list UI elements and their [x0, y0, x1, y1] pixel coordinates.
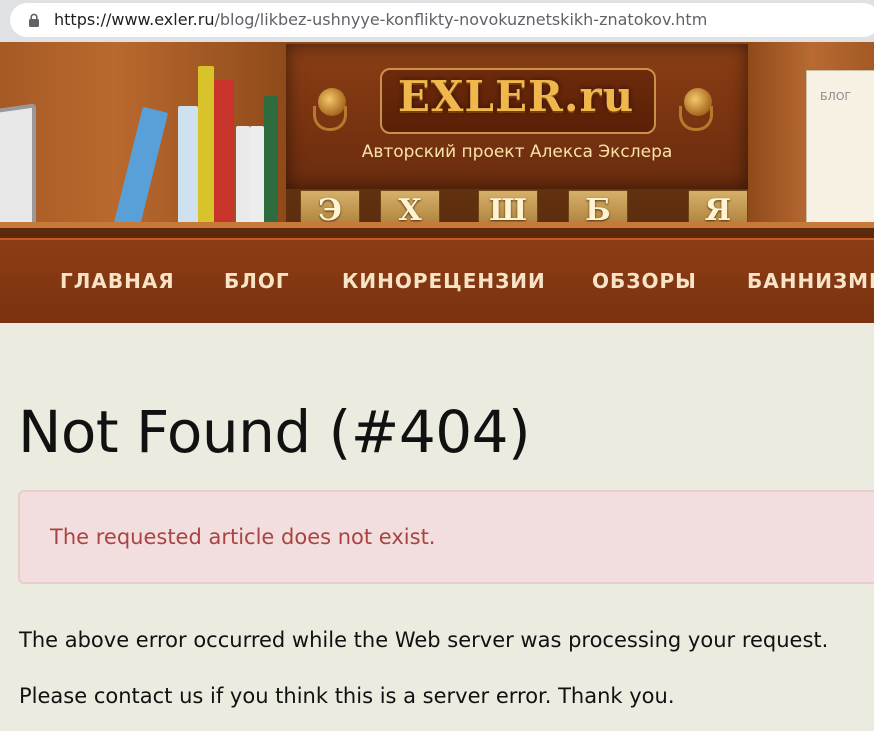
site-logo[interactable]: EXLER.ru: [380, 72, 652, 121]
book-image: [236, 126, 250, 226]
alert-message: The requested article does not exist.: [50, 525, 436, 549]
url-text: https://www.exler.ru/blog/likbez-ushnyye…: [54, 10, 707, 29]
site-header-banner: EXLER.ru Авторский проект Алекса Экслера…: [0, 42, 874, 238]
nav-item-movie-reviews[interactable]: КИНОРЕЦЕНЗИИ: [342, 269, 546, 293]
book-image: [198, 66, 214, 226]
book-image: [250, 126, 264, 226]
nav-item-home[interactable]: ГЛАВНАЯ: [60, 269, 175, 293]
nav-item-blog[interactable]: БЛОГ: [224, 269, 290, 293]
main-nav: ГЛАВНАЯ БЛОГ КИНОРЕЦЕНЗИИ ОБЗОРЫ БАННИЗМ…: [0, 238, 874, 323]
site-tagline: Авторский проект Алекса Экслера: [361, 142, 673, 162]
page-title: Not Found (#404): [18, 398, 531, 466]
error-alert: The requested article does not exist.: [18, 490, 874, 584]
error-description: The above error occurred while the Web s…: [19, 628, 829, 652]
note-label: БЛОГ: [820, 90, 852, 103]
nav-item-reviews[interactable]: ОБЗОРЫ: [592, 269, 697, 293]
browser-address-bar: https://www.exler.ru/blog/likbez-ushnyye…: [0, 0, 874, 42]
url-host: https://www.exler.ru: [54, 10, 215, 29]
book-image: [264, 96, 278, 226]
url-field[interactable]: https://www.exler.ru/blog/likbez-ushnyye…: [10, 3, 874, 37]
url-path: /blog/likbez-ushnyye-konflikty-novokuzne…: [214, 10, 708, 29]
book-image: [178, 106, 198, 226]
contact-note: Please contact us if you think this is a…: [19, 684, 675, 708]
shelf-plank: [0, 228, 874, 238]
lock-icon: [29, 13, 39, 27]
monitor-image: [0, 103, 36, 238]
nav-item-bannisms[interactable]: БАННИЗМЫ: [747, 269, 874, 293]
book-image: [214, 80, 234, 226]
